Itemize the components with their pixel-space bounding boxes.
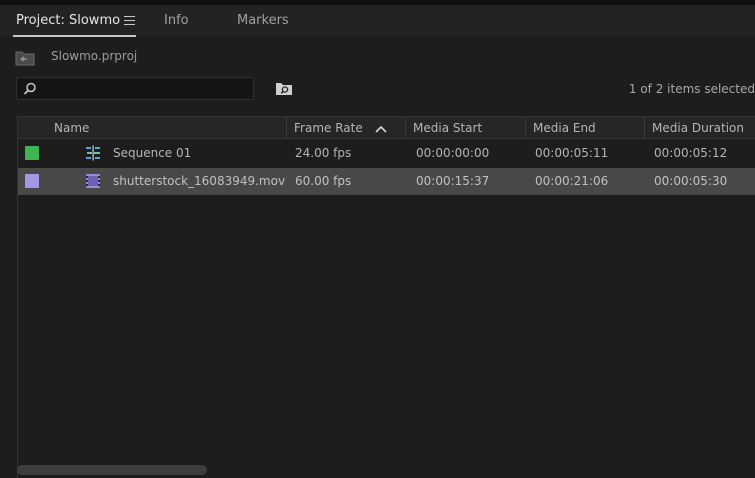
project-filename: Slowmo.prproj xyxy=(51,49,138,63)
item-name[interactable]: shutterstock_16083949.mov xyxy=(113,168,285,195)
item-media-end: 00:00:05:11 xyxy=(535,146,609,160)
item-media-start: 00:00:15:37 xyxy=(416,174,490,188)
panel-tab-bar: Project: Slowmo Info Markers xyxy=(0,5,755,37)
item-frame-rate: 60.00 fps xyxy=(295,174,352,188)
video-clip-icon xyxy=(86,174,100,188)
label-color-swatch[interactable] xyxy=(25,146,39,160)
column-header-name[interactable]: Name xyxy=(54,117,89,139)
horizontal-scrollbar[interactable] xyxy=(17,465,207,475)
sequence-icon xyxy=(86,145,100,161)
table-header: Name Frame Rate Media Start Media End Me… xyxy=(18,116,755,139)
column-header-frame-rate[interactable]: Frame Rate xyxy=(294,117,387,139)
panel-menu-icon[interactable] xyxy=(124,16,135,26)
new-search-bin-icon[interactable] xyxy=(275,81,293,96)
column-divider[interactable] xyxy=(644,117,645,139)
item-media-end: 00:00:21:06 xyxy=(535,174,609,188)
column-divider[interactable] xyxy=(525,117,526,139)
project-items-table: Name Frame Rate Media Start Media End Me… xyxy=(17,116,755,478)
column-header-frame-rate-label: Frame Rate xyxy=(294,121,363,135)
table-row[interactable]: Sequence 01 24.00 fps 00:00:00:00 00:00:… xyxy=(18,140,755,167)
column-header-media-duration[interactable]: Media Duration xyxy=(652,117,744,139)
project-folder-icon[interactable] xyxy=(15,50,35,66)
active-tab-indicator xyxy=(13,35,136,37)
column-header-media-end[interactable]: Media End xyxy=(533,117,596,139)
tab-info[interactable]: Info xyxy=(164,5,189,37)
label-color-swatch[interactable] xyxy=(25,174,39,188)
item-name[interactable]: Sequence 01 xyxy=(113,140,191,167)
items-selected-count: 1 of 2 items selected xyxy=(628,82,755,96)
item-media-duration: 00:00:05:12 xyxy=(654,146,728,160)
column-header-media-start[interactable]: Media Start xyxy=(413,117,482,139)
item-media-duration: 00:00:05:30 xyxy=(654,174,728,188)
search-icon xyxy=(23,82,36,95)
search-field[interactable] xyxy=(16,77,254,100)
item-frame-rate: 24.00 fps xyxy=(295,146,352,160)
item-media-start: 00:00:00:00 xyxy=(416,146,490,160)
project-path-row: Slowmo.prproj xyxy=(0,42,755,72)
table-row[interactable]: shutterstock_16083949.mov 60.00 fps 00:0… xyxy=(18,168,755,195)
sort-ascending-icon xyxy=(374,125,387,133)
search-input[interactable] xyxy=(43,80,248,97)
column-divider[interactable] xyxy=(286,117,287,139)
column-divider[interactable] xyxy=(405,117,406,139)
tab-project[interactable]: Project: Slowmo xyxy=(16,5,120,37)
tab-markers[interactable]: Markers xyxy=(237,5,289,37)
